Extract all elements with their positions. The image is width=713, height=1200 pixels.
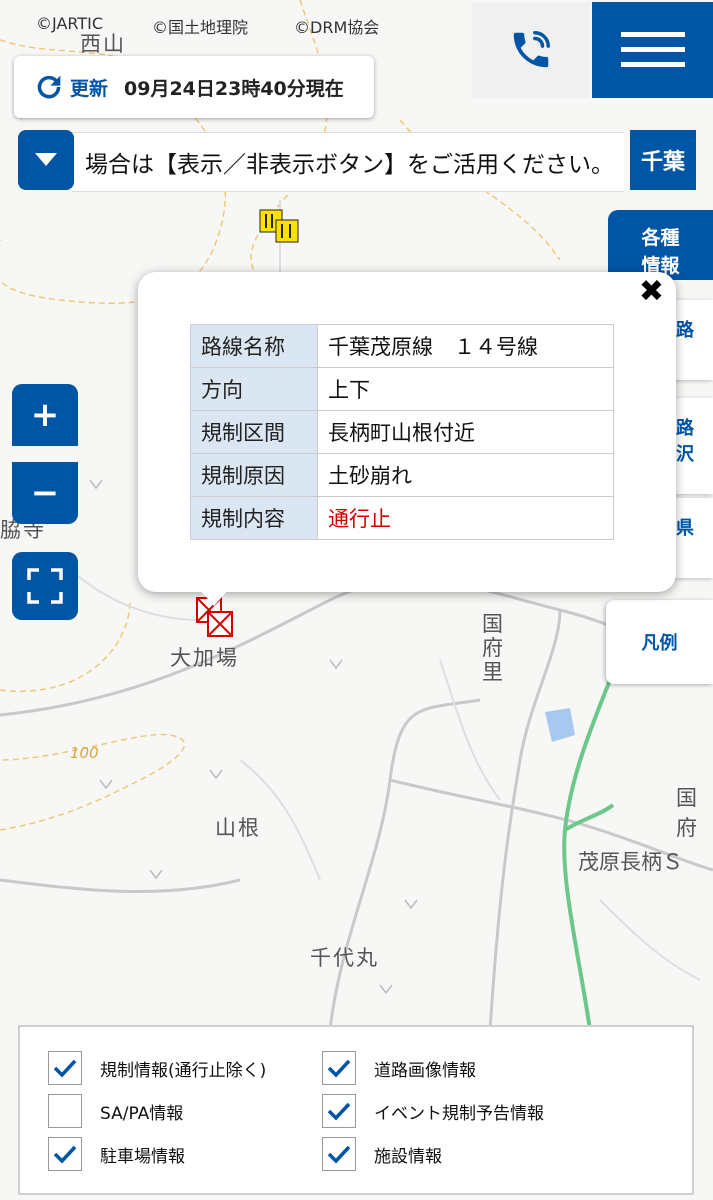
regulation-popup: ✖ 路線名称 千葉茂原線 １４号線 方向 上下 規制区間 長柄町山根付近 規制原…: [138, 272, 676, 592]
map-label-oaba: 大加場: [170, 646, 239, 670]
row-value: 長柄町山根付近: [317, 410, 614, 454]
side-item-2-label2: 沢: [676, 444, 694, 465]
map-label-kokufu: 国府: [676, 786, 697, 840]
filter-facilities[interactable]: 施設情報: [322, 1137, 442, 1171]
checkbox[interactable]: [48, 1137, 82, 1171]
filter-parking[interactable]: 駐車場情報: [48, 1137, 185, 1171]
update-bar[interactable]: 更新 09月24日23時40分現在: [14, 56, 374, 118]
filter-label: SA/PA情報: [100, 1103, 184, 1124]
table-row: 方向 上下: [190, 367, 614, 411]
row-value: 千葉茂原線 １４号線: [317, 324, 614, 368]
regulation-table: 路線名称 千葉茂原線 １４号線 方向 上下 規制区間 長柄町山根付近 規制原因 …: [190, 324, 614, 540]
filter-label: 施設情報: [374, 1146, 442, 1167]
hamburger-icon: [620, 32, 685, 67]
refresh-icon: [37, 75, 61, 99]
check-icon: [53, 1059, 77, 1078]
row-key: 規制区間: [190, 410, 318, 454]
table-row: 路線名称 千葉茂原線 １４号線: [190, 324, 614, 368]
checkbox[interactable]: [322, 1051, 356, 1085]
check-icon: [327, 1145, 351, 1164]
filter-regulation[interactable]: 規制情報(通行止除く): [48, 1051, 266, 1085]
update-time: 09月24日23時40分現在: [124, 77, 344, 100]
chevron-down-icon: [35, 153, 57, 166]
map-label-kokufuri: 国府里: [482, 612, 505, 684]
ticker-toggle-button[interactable]: [18, 130, 74, 190]
row-value: 上下: [317, 367, 614, 411]
regulation-content-value: 通行止: [317, 496, 614, 540]
legend-button[interactable]: 凡例: [606, 600, 713, 684]
checkbox[interactable]: [48, 1094, 82, 1128]
check-icon: [53, 1145, 77, 1164]
credit-gsi: ©国土地理院: [152, 18, 249, 37]
info-tab[interactable]: 各種 情報: [608, 210, 713, 280]
checkbox[interactable]: [48, 1051, 82, 1085]
side-item-3-label: 県: [676, 518, 694, 539]
map-label-chiyomaru: 千代丸: [310, 946, 379, 970]
map-label-mobara-ic: 茂原長柄Ｓ: [578, 850, 683, 874]
menu-button[interactable]: [592, 2, 713, 98]
close-icon[interactable]: ✖: [639, 274, 664, 309]
notice-ticker: 場合は【表示／非表示ボタン】をご活用ください。: [72, 132, 624, 192]
layer-filter-panel: 規制情報(通行止除く) 道路画像情報 SA/PA情報 イベント規制予告情報 駐車…: [18, 1025, 694, 1195]
filter-label: 駐車場情報: [100, 1146, 185, 1167]
side-item-2-label: 路: [676, 418, 694, 439]
prefecture-button[interactable]: 千葉: [630, 130, 696, 190]
table-row: 規制区間 長柄町山根付近: [190, 410, 614, 454]
side-item-1-label: 路: [676, 320, 694, 341]
row-key: 規制内容: [190, 496, 318, 540]
filter-road-images[interactable]: 道路画像情報: [322, 1051, 476, 1085]
filter-event[interactable]: イベント規制予告情報: [322, 1094, 544, 1128]
phone-button[interactable]: [472, 2, 590, 98]
popup-pointer: [200, 590, 228, 606]
fullscreen-button[interactable]: [12, 552, 78, 620]
table-row: 規制内容 通行止: [190, 496, 614, 540]
phone-icon: [513, 31, 550, 68]
row-key: 方向: [190, 367, 318, 411]
ticker-text: 場合は【表示／非表示ボタン】をご活用ください。: [85, 152, 614, 178]
zoom-in-button[interactable]: +: [12, 384, 78, 446]
filter-label: イベント規制予告情報: [374, 1103, 544, 1124]
checkbox[interactable]: [322, 1094, 356, 1128]
filter-label: 規制情報(通行止除く): [100, 1060, 267, 1081]
check-icon: [327, 1102, 351, 1121]
checkbox[interactable]: [322, 1137, 356, 1171]
info-tab-line1: 各種: [641, 227, 680, 249]
contour-label: 100: [70, 744, 99, 762]
row-key: 路線名称: [190, 324, 318, 368]
table-row: 規制原因 土砂崩れ: [190, 453, 614, 497]
fullscreen-icon: [27, 568, 63, 604]
row-key: 規制原因: [190, 453, 318, 497]
check-icon: [327, 1059, 351, 1078]
credit-drm: ©DRM協会: [294, 18, 380, 37]
zoom-out-button[interactable]: −: [12, 462, 78, 524]
update-label[interactable]: 更新: [70, 74, 108, 101]
row-value: 土砂崩れ: [317, 453, 614, 497]
filter-sapa[interactable]: SA/PA情報: [48, 1094, 183, 1128]
filter-label: 道路画像情報: [374, 1060, 476, 1081]
credit-jartic: ©JARTIC: [36, 14, 103, 33]
map-label-yamane: 山根: [215, 816, 261, 840]
